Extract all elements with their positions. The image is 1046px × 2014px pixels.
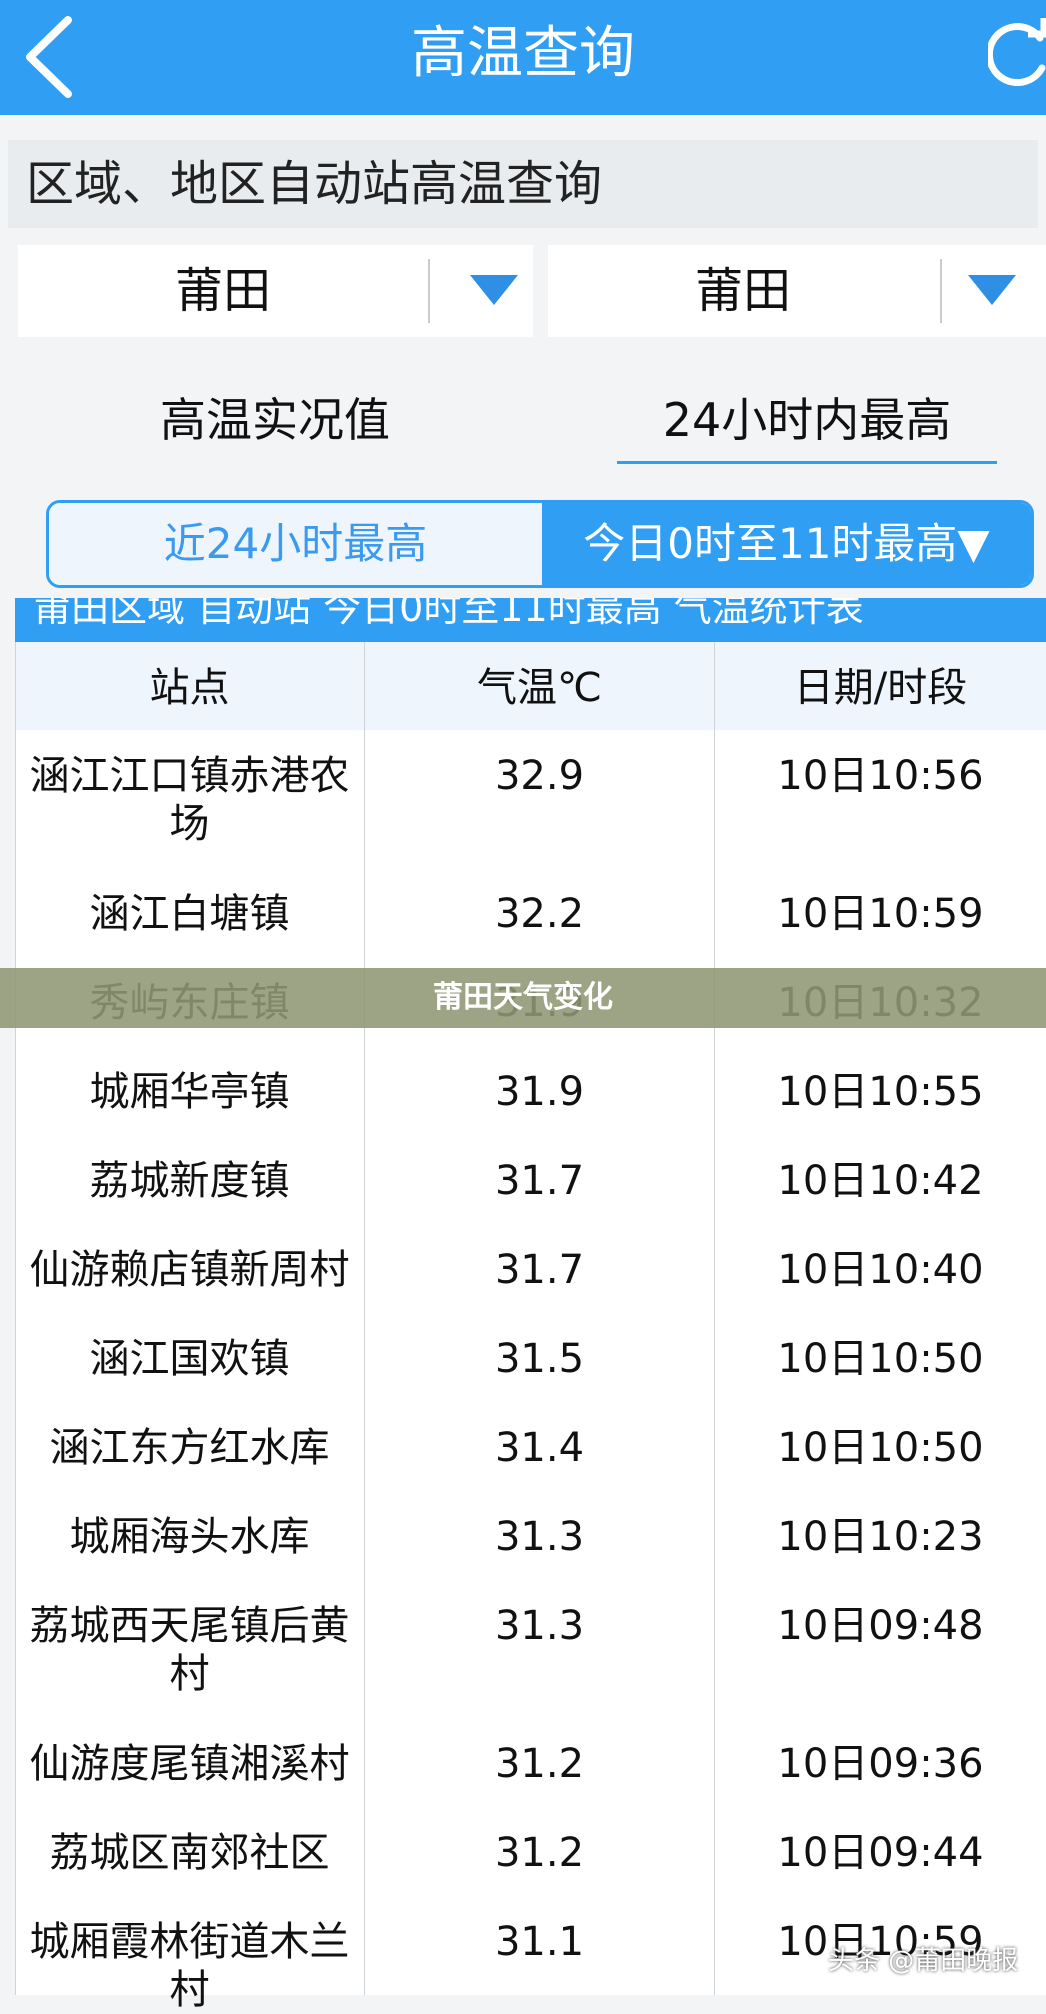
column-header-time: 日期/时段 — [793, 665, 968, 711]
station-cell: 涵江东方红水库 — [15, 1402, 365, 1491]
time-cell: 10日10:56 — [777, 753, 984, 799]
temperature-cell: 31.7 — [365, 1224, 715, 1313]
station-cell: 荔城西天尾镇后黄村 — [15, 1580, 365, 1718]
segment-today-0-11[interactable]: 今日0时至11时最高▼ — [542, 503, 1031, 585]
time-cell: 10日10:59 — [777, 891, 984, 937]
time-cell: 10日10:40 — [777, 1247, 984, 1293]
table-row[interactable]: 城厢华亭镇 31.9 10日10:55 — [15, 1046, 1046, 1136]
temperature-cell: 31.4 — [365, 1402, 715, 1491]
table-row[interactable]: 荔城新度镇 31.7 10日10:42 — [15, 1135, 1046, 1225]
table-row[interactable]: 荔城区南郊社区 31.2 10日09:44 — [15, 1807, 1046, 1897]
station-cell: 荔城区南郊社区 — [15, 1807, 365, 1896]
tab-realtime[interactable]: 高温实况值 — [110, 380, 440, 460]
tab-24h-max[interactable]: 24小时内最高 — [617, 380, 997, 460]
select-divider — [428, 259, 430, 323]
table-row[interactable]: 涵江东方红水库 31.4 10日10:50 — [15, 1402, 1046, 1492]
temperature-cell: 31.3 — [365, 1491, 715, 1580]
station-cell: 仙游度尾镇湘溪村 — [15, 1718, 365, 1807]
watermark: 头条 @莆田晚报 — [828, 1946, 1019, 1976]
table-row[interactable]: 城厢海头水库 31.3 10日10:23 — [15, 1491, 1046, 1581]
segment-last-24h[interactable]: 近24小时最高 — [49, 503, 542, 585]
station-cell: 涵江白塘镇 — [15, 868, 365, 957]
dropdown-triangle-icon — [968, 275, 1016, 305]
table-header-row: 站点 气温℃ 日期/时段 — [15, 642, 1046, 731]
section-title: 区域、地区自动站高温查询 — [8, 140, 1038, 228]
table-row[interactable]: 仙游度尾镇湘溪村 31.2 10日09:36 — [15, 1718, 1046, 1808]
temperature-cell: 31.2 — [365, 1718, 715, 1807]
table-row[interactable]: 涵江国欢镇 31.5 10日10:50 — [15, 1313, 1046, 1403]
time-cell: 10日10:23 — [777, 1514, 984, 1560]
temperature-cell: 31.9 — [365, 1046, 715, 1135]
time-cell: 10日10:50 — [777, 1336, 984, 1382]
app-header: 高温查询 — [0, 0, 1046, 115]
station-cell: 涵江国欢镇 — [15, 1313, 365, 1402]
temperature-cell: 32.2 — [365, 868, 715, 957]
time-cell: 10日09:44 — [777, 1830, 984, 1876]
table-left-border — [15, 642, 16, 1995]
table-row[interactable]: 荔城西天尾镇后黄村 31.3 10日09:48 — [15, 1580, 1046, 1719]
station-cell: 城厢海头水库 — [15, 1491, 365, 1580]
table-row[interactable]: 涵江白塘镇 32.2 10日10:59 — [15, 868, 1046, 958]
table-caption: 莆田区域 自动站 今日0时至11时最高 气温统计表 — [15, 598, 1046, 642]
time-cell: 10日10:50 — [777, 1425, 984, 1471]
region-select-1-value: 莆田 — [174, 263, 271, 319]
temperature-cell: 31.3 — [365, 1580, 715, 1718]
refresh-icon[interactable] — [988, 12, 1046, 92]
table-row[interactable]: 涵江江口镇赤港农场 32.9 10日10:56 — [15, 730, 1046, 869]
active-tab-indicator — [617, 461, 997, 464]
region-select-2-value: 莆田 — [694, 263, 791, 319]
dropdown-triangle-icon — [470, 275, 518, 305]
station-cell: 仙游赖店镇新周村 — [15, 1224, 365, 1313]
table-row[interactable]: 仙游赖店镇新周村 31.7 10日10:40 — [15, 1224, 1046, 1314]
time-range-segment: 近24小时最高 今日0时至11时最高▼ — [46, 500, 1034, 588]
column-header-station: 站点 — [15, 642, 365, 730]
station-cell: 荔城新度镇 — [15, 1135, 365, 1224]
temperature-cell: 32.9 — [365, 730, 715, 868]
column-header-temperature: 气温℃ — [365, 642, 715, 730]
station-cell: 城厢华亭镇 — [15, 1046, 365, 1135]
temperature-cell: 31.2 — [365, 1807, 715, 1896]
time-cell: 10日10:42 — [777, 1158, 984, 1204]
time-cell: 10日10:55 — [777, 1069, 984, 1115]
time-cell: 10日09:36 — [777, 1741, 984, 1787]
page-title: 高温查询 — [411, 21, 635, 86]
select-divider — [940, 259, 942, 323]
station-cell: 涵江江口镇赤港农场 — [15, 730, 365, 868]
temperature-cell: 31.1 — [365, 1896, 715, 1995]
temperature-cell: 31.7 — [365, 1135, 715, 1224]
station-cell: 城厢霞林街道木兰村 — [15, 1896, 365, 2013]
overlay-banner: 莆田天气变化 — [0, 968, 1046, 1028]
time-cell: 10日09:48 — [777, 1603, 984, 1649]
temperature-cell: 31.5 — [365, 1313, 715, 1402]
region-select-1[interactable]: 莆田 — [18, 245, 533, 337]
region-select-2[interactable]: 莆田 — [548, 245, 1046, 337]
